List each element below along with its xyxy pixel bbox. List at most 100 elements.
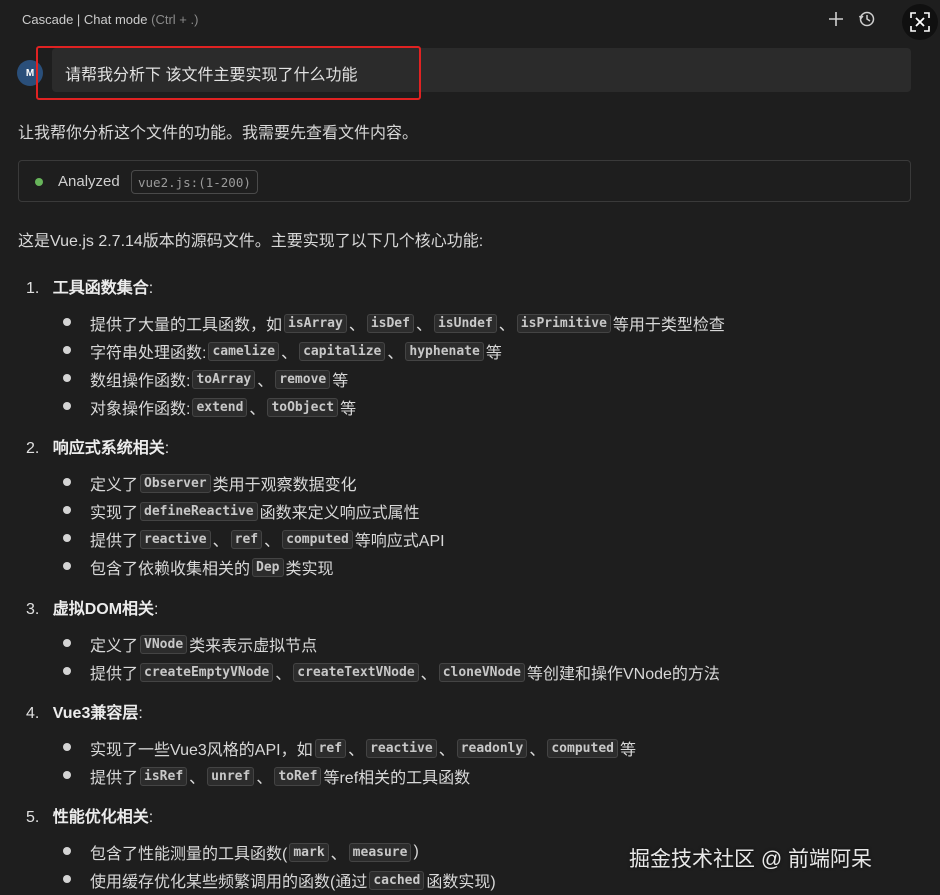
analyzed-step[interactable]: Analyzed vue2.js:(1-200)	[18, 160, 911, 202]
close-button[interactable]	[902, 4, 938, 40]
separator: 、	[264, 533, 281, 550]
code-chip: toArray	[192, 369, 256, 389]
code-chip: remove	[275, 369, 331, 389]
list-item: 提供了大量的工具函数，如 isArray 、 isDef 、 isUndef 、…	[90, 311, 725, 335]
section-heading: 3. 虚拟DOM相关:	[26, 595, 158, 619]
separator: 、	[212, 533, 229, 550]
section-heading: 1. 工具函数集合:	[26, 274, 153, 298]
separator: 、	[420, 666, 437, 683]
section-heading: 2. 响应式系统相关:	[26, 434, 169, 458]
section-heading: 4. Vue3兼容层:	[26, 699, 143, 723]
item-text: 定义了	[90, 477, 139, 494]
code-chip: measure	[348, 842, 412, 862]
separator: 、	[498, 317, 515, 334]
analyzed-file-chip[interactable]: vue2.js:(1-200)	[131, 170, 258, 194]
code-chip: isPrimitive	[516, 313, 611, 333]
item-text: 提供了	[90, 533, 139, 550]
bullet-icon	[63, 374, 71, 382]
list-item: 包含了性能测量的工具函数( mark 、 measure )	[90, 840, 419, 864]
bullet-icon	[63, 875, 71, 883]
separator: 、	[415, 317, 432, 334]
item-text: 包含了性能测量的工具函数(	[90, 846, 288, 863]
bullet-icon	[63, 562, 71, 570]
code-chip: extend	[192, 397, 248, 417]
separator: 、	[348, 317, 365, 334]
list-item: 数组操作函数: toArray 、 remove 等	[90, 367, 348, 391]
section-title: 性能优化相关	[52, 809, 149, 826]
code-chip: reactive	[140, 529, 211, 549]
separator: 、	[249, 401, 266, 418]
highlight-annotation-box	[36, 46, 421, 100]
item-text: 提供了大量的工具函数，如	[90, 317, 283, 334]
list-item: 使用缓存优化某些频繁调用的函数(通过 cached 函数实现)	[90, 868, 496, 892]
assistant-intro: 让我帮你分析这个文件的功能。我需要先查看文件内容。	[18, 125, 419, 142]
history-icon	[858, 11, 875, 27]
bullet-icon	[63, 318, 71, 326]
separator: 、	[387, 345, 404, 362]
item-text: 实现了一些Vue3风格的API，如	[90, 742, 313, 759]
item-text: 使用缓存优化某些频繁调用的函数(通过	[90, 874, 368, 891]
item-text: 等	[619, 742, 636, 759]
section-number: 1.	[26, 280, 40, 297]
bullet-icon	[63, 639, 71, 647]
code-chip: mark	[289, 842, 329, 862]
item-text: 字符串处理函数:	[90, 345, 207, 362]
history-button[interactable]	[856, 8, 878, 30]
bullet-icon	[63, 506, 71, 514]
item-text: 等创建和操作VNode的方法	[526, 666, 720, 683]
separator: 、	[281, 345, 298, 362]
section-colon: :	[148, 280, 154, 297]
code-chip: readonly	[456, 738, 528, 758]
item-text: 提供了	[90, 770, 139, 787]
item-text: 等ref相关的工具函数	[323, 770, 471, 787]
section-title: Vue3兼容层	[52, 705, 139, 722]
list-item: 包含了依赖收集相关的 Dep 类实现	[90, 555, 334, 579]
bullet-icon	[63, 478, 71, 486]
item-text: 类实现	[285, 561, 334, 578]
bullet-icon	[63, 847, 71, 855]
separator: 、	[256, 770, 273, 787]
code-chip: toObject	[267, 397, 339, 417]
code-chip: defineReactive	[140, 501, 258, 521]
section-colon: :	[164, 440, 170, 457]
separator: 、	[348, 742, 365, 759]
new-chat-button[interactable]	[825, 8, 847, 30]
code-chip: reactive	[366, 738, 437, 758]
item-text: 等	[340, 401, 357, 418]
code-chip: isUndef	[433, 313, 497, 333]
panel-header: Cascade | Chat mode (Ctrl + .)	[0, 0, 940, 40]
item-text: 函数实现)	[426, 874, 496, 891]
code-chip: computed	[282, 529, 353, 549]
code-chip: toRef	[274, 766, 322, 786]
section-heading: 5. 性能优化相关:	[26, 803, 153, 827]
bullet-icon	[63, 346, 71, 354]
code-chip: computed	[547, 738, 618, 758]
code-chip: hyphenate	[405, 341, 484, 361]
code-chip: ref	[230, 529, 263, 549]
item-text: 定义了	[90, 638, 139, 655]
section-number: 3.	[26, 601, 40, 618]
watermark: 掘金技术社区 @ 前端阿呆	[629, 848, 872, 871]
separator: 、	[257, 373, 274, 390]
list-item: 提供了 isRef 、 unref 、 toRef 等ref相关的工具函数	[90, 764, 470, 788]
code-chip: cached	[369, 870, 425, 890]
bullet-icon	[63, 743, 71, 751]
list-item: 实现了 defineReactive 函数来定义响应式属性	[90, 499, 420, 523]
item-text: 包含了依赖收集相关的	[90, 561, 251, 578]
list-item: 定义了 VNode 类来表示虚拟节点	[90, 632, 317, 656]
list-item: 对象操作函数: extend 、 toObject 等	[90, 395, 356, 419]
bullet-icon	[63, 771, 71, 779]
separator: 、	[529, 742, 546, 759]
list-item: 实现了一些Vue3风格的API，如 ref 、 reactive 、 reado…	[90, 736, 636, 760]
section-title: 虚拟DOM相关	[52, 601, 155, 618]
panel-title-text: Cascade | Chat mode	[22, 12, 148, 27]
plus-icon	[829, 12, 843, 26]
list-item: 提供了 createEmptyVNode 、 createTextVNode 、…	[90, 660, 720, 684]
code-chip: Observer	[140, 473, 211, 493]
list-item: 提供了 reactive 、 ref 、 computed 等响应式API	[90, 527, 445, 551]
bullet-icon	[63, 667, 71, 675]
panel-title: Cascade | Chat mode (Ctrl + .)	[22, 12, 198, 27]
code-chip: isRef	[140, 766, 188, 786]
item-text: 类用于观察数据变化	[212, 477, 357, 494]
item-text: 等用于类型检查	[612, 317, 725, 334]
